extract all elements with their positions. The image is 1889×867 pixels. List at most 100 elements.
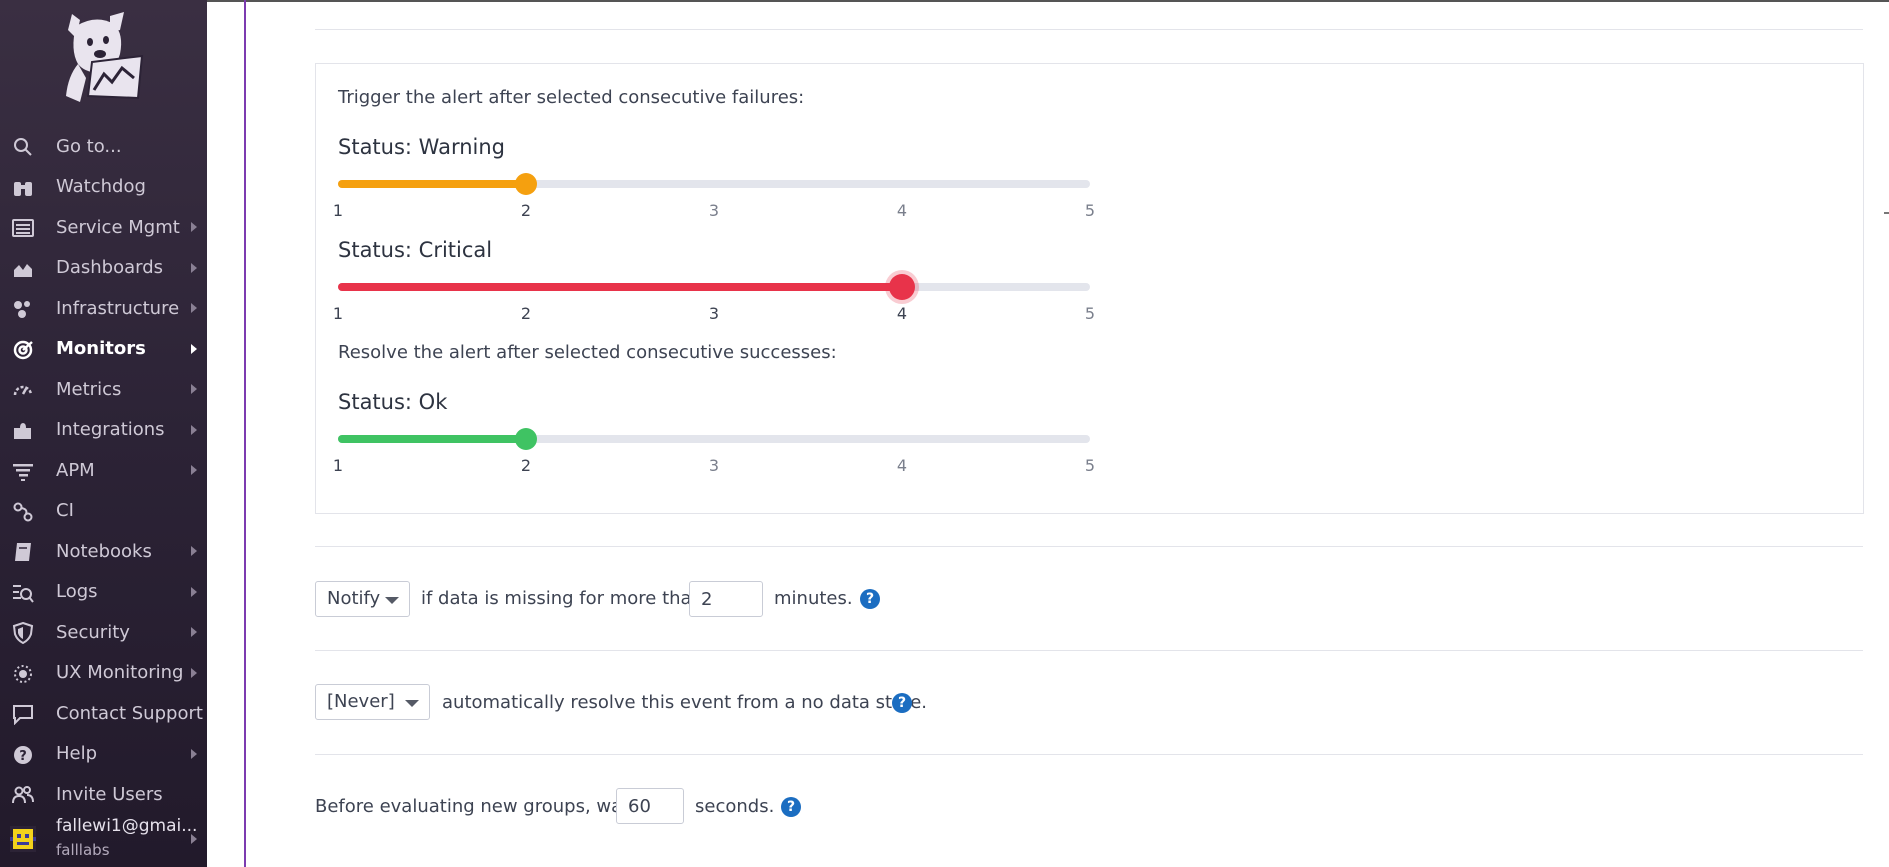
sidebar-item-dashboards[interactable]: Dashboards bbox=[0, 248, 207, 289]
sidebar-item-label: Go to... bbox=[56, 135, 122, 157]
warn-tick-2[interactable]: 2 bbox=[521, 201, 531, 220]
chevron-right-icon bbox=[191, 384, 197, 394]
divider bbox=[315, 650, 1863, 651]
sidebar-item-metrics[interactable]: Metrics bbox=[0, 369, 207, 410]
sidebar-item-monitors[interactable]: Monitors bbox=[0, 329, 207, 370]
ok-slider-handle[interactable] bbox=[515, 428, 537, 450]
chevron-right-icon bbox=[191, 303, 197, 313]
divider bbox=[315, 29, 1863, 30]
sidebar-item-invite-users[interactable]: Invite Users bbox=[0, 774, 207, 815]
sidebar-item-integrations[interactable]: Integrations bbox=[0, 410, 207, 451]
chevron-right-icon bbox=[191, 262, 197, 273]
warning-status-label: Status: Warning bbox=[338, 135, 506, 159]
sidebar-item-label: UX Monitoring bbox=[56, 662, 184, 684]
warn-tick-4[interactable]: 4 bbox=[897, 201, 907, 220]
chevron-right-icon bbox=[191, 748, 197, 759]
sidebar-item-label: Contact Support bbox=[56, 702, 203, 724]
sidebar-item-label: Metrics bbox=[56, 378, 122, 400]
user-menu[interactable]: fallewi1@gmai... falllabs bbox=[0, 814, 207, 864]
shield-icon bbox=[12, 622, 34, 644]
sidebar-item-label: Watchdog bbox=[56, 176, 146, 198]
sidebar-item-label: Logs bbox=[56, 581, 98, 603]
scrollbar-mark bbox=[1884, 212, 1889, 214]
notify-select-value: Notify bbox=[327, 588, 381, 609]
warning-slider-handle[interactable] bbox=[515, 173, 537, 195]
sidebar-item-go-to[interactable]: Go to... bbox=[0, 126, 207, 167]
sidebar-item-infrastructure[interactable]: Infrastructure bbox=[0, 288, 207, 329]
sidebar-item-label: Monitors bbox=[56, 338, 146, 360]
warn-tick-3[interactable]: 3 bbox=[709, 201, 719, 220]
puzzle-icon bbox=[14, 422, 31, 439]
seconds-label: seconds. bbox=[695, 796, 775, 817]
nodata-minutes-input[interactable] bbox=[689, 581, 763, 617]
resolve-text: Resolve the alert after selected consecu… bbox=[338, 342, 837, 363]
crit-tick-2[interactable]: 2 bbox=[521, 304, 531, 323]
sidebar-item-help[interactable]: ? Help bbox=[0, 734, 207, 775]
ok-slider-fill bbox=[338, 435, 526, 443]
chevron-right-icon bbox=[191, 834, 197, 844]
users-icon bbox=[12, 786, 34, 804]
chevron-right-icon bbox=[191, 667, 197, 678]
binoculars-icon bbox=[14, 181, 32, 196]
sidebar-item-security[interactable]: Security bbox=[0, 612, 207, 653]
notify-select[interactable]: Notify bbox=[315, 581, 410, 617]
help-icon[interactable]: ? bbox=[860, 589, 880, 609]
divider bbox=[315, 546, 1863, 547]
ok-tick-3[interactable]: 3 bbox=[709, 456, 719, 475]
crit-tick-5[interactable]: 5 bbox=[1085, 304, 1095, 323]
sidebar-item-label: Security bbox=[56, 621, 130, 643]
sidebar-item-contact-support[interactable]: Contact Support bbox=[0, 693, 207, 734]
sidebar-item-apm[interactable]: APM bbox=[0, 450, 207, 491]
sidebar-item-ux-monitoring[interactable]: UX Monitoring bbox=[0, 653, 207, 694]
auto-resolve-select-value: [Never] bbox=[327, 691, 395, 712]
warn-tick-1[interactable]: 1 bbox=[333, 201, 343, 220]
logs-icon bbox=[13, 584, 34, 603]
warn-tick-5[interactable]: 5 bbox=[1085, 201, 1095, 220]
sidebar-nav: Go to... Watchdog Service Mgmt Dashboard… bbox=[0, 126, 207, 815]
crit-tick-1[interactable]: 1 bbox=[333, 304, 343, 323]
notebook-icon bbox=[15, 543, 31, 561]
ok-tick-4[interactable]: 4 bbox=[897, 456, 907, 475]
crit-tick-4[interactable]: 4 bbox=[897, 304, 907, 323]
sidebar-item-service-mgmt[interactable]: Service Mgmt bbox=[0, 207, 207, 248]
gauge-icon bbox=[13, 385, 33, 396]
nodata-text: if data is missing for more than bbox=[421, 588, 703, 609]
sidebar-item-notebooks[interactable]: Notebooks bbox=[0, 531, 207, 572]
chevron-right-icon bbox=[191, 586, 197, 597]
ok-tick-2[interactable]: 2 bbox=[521, 456, 531, 475]
sidebar: Go to... Watchdog Service Mgmt Dashboard… bbox=[0, 0, 207, 867]
critical-slider-handle[interactable] bbox=[889, 274, 915, 300]
question-circle-icon: ? bbox=[14, 745, 32, 764]
new-groups-seconds-input[interactable] bbox=[616, 788, 684, 824]
apm-bars-icon bbox=[13, 464, 33, 481]
top-border bbox=[207, 0, 1889, 2]
svg-text:?: ? bbox=[19, 749, 27, 764]
sidebar-item-ci[interactable]: CI bbox=[0, 491, 207, 532]
pipeline-icon bbox=[13, 502, 33, 521]
avatar bbox=[10, 826, 36, 852]
sidebar-item-logs[interactable]: Logs bbox=[0, 572, 207, 613]
chat-bubble-icon bbox=[13, 705, 33, 725]
chevron-right-icon bbox=[191, 627, 197, 637]
user-org: falllabs bbox=[56, 841, 110, 859]
ok-tick-1[interactable]: 1 bbox=[333, 456, 343, 475]
sidebar-item-label: Infrastructure bbox=[56, 297, 180, 319]
help-icon[interactable]: ? bbox=[781, 797, 801, 817]
auto-resolve-select[interactable]: [Never] bbox=[315, 684, 430, 720]
auto-resolve-text: automatically resolve this event from a … bbox=[442, 692, 927, 713]
crit-tick-3[interactable]: 3 bbox=[709, 304, 719, 323]
minutes-label: minutes. bbox=[774, 588, 853, 609]
new-groups-text: Before evaluating new groups, wait bbox=[315, 796, 635, 817]
chevron-right-icon bbox=[191, 343, 197, 354]
chevron-right-icon bbox=[191, 222, 197, 232]
trigger-text: Trigger the alert after selected consecu… bbox=[338, 87, 805, 108]
divider bbox=[315, 754, 1863, 755]
service-list-icon bbox=[12, 219, 34, 237]
datadog-logo[interactable] bbox=[58, 12, 144, 104]
ok-status-label: Status: Ok bbox=[338, 390, 448, 414]
help-icon[interactable]: ? bbox=[892, 693, 912, 713]
sidebar-item-watchdog[interactable]: Watchdog bbox=[0, 167, 207, 208]
chevron-down-icon bbox=[405, 700, 419, 707]
ok-tick-5[interactable]: 5 bbox=[1085, 456, 1095, 475]
hexagons-icon bbox=[14, 301, 30, 318]
